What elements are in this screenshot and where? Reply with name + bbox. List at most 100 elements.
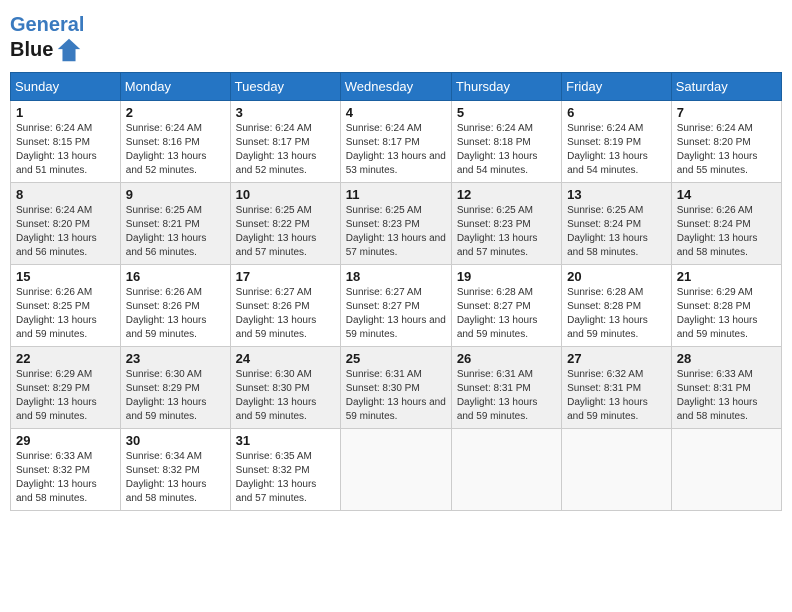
logo-blue: Blue [10, 39, 53, 62]
day-detail: Sunrise: 6:31 AMSunset: 8:30 PMDaylight:… [346, 369, 446, 422]
day-detail: Sunrise: 6:24 AMSunset: 8:20 PMDaylight:… [16, 205, 97, 258]
week-row-4: 22 Sunrise: 6:29 AMSunset: 8:29 PMDaylig… [11, 347, 782, 429]
weekday-header-wednesday: Wednesday [340, 73, 451, 101]
day-number: 14 [677, 187, 776, 202]
day-number: 2 [126, 105, 225, 120]
calendar-cell: 20 Sunrise: 6:28 AMSunset: 8:28 PMDaylig… [562, 265, 672, 347]
weekday-header-saturday: Saturday [671, 73, 781, 101]
day-detail: Sunrise: 6:29 AMSunset: 8:29 PMDaylight:… [16, 369, 97, 422]
day-number: 16 [126, 269, 225, 284]
day-detail: Sunrise: 6:33 AMSunset: 8:32 PMDaylight:… [16, 451, 97, 504]
day-number: 23 [126, 351, 225, 366]
logo: General Blue [10, 14, 84, 64]
day-detail: Sunrise: 6:24 AMSunset: 8:17 PMDaylight:… [236, 123, 317, 176]
day-number: 12 [457, 187, 556, 202]
week-row-1: 1 Sunrise: 6:24 AMSunset: 8:15 PMDayligh… [11, 101, 782, 183]
week-row-2: 8 Sunrise: 6:24 AMSunset: 8:20 PMDayligh… [11, 183, 782, 265]
calendar-cell: 2 Sunrise: 6:24 AMSunset: 8:16 PMDayligh… [120, 101, 230, 183]
calendar-cell: 30 Sunrise: 6:34 AMSunset: 8:32 PMDaylig… [120, 429, 230, 511]
weekday-header-row: SundayMondayTuesdayWednesdayThursdayFrid… [11, 73, 782, 101]
day-detail: Sunrise: 6:28 AMSunset: 8:27 PMDaylight:… [457, 287, 538, 340]
week-row-3: 15 Sunrise: 6:26 AMSunset: 8:25 PMDaylig… [11, 265, 782, 347]
day-number: 1 [16, 105, 115, 120]
calendar-cell: 4 Sunrise: 6:24 AMSunset: 8:17 PMDayligh… [340, 101, 451, 183]
day-number: 27 [567, 351, 666, 366]
calendar-cell: 5 Sunrise: 6:24 AMSunset: 8:18 PMDayligh… [451, 101, 561, 183]
day-detail: Sunrise: 6:32 AMSunset: 8:31 PMDaylight:… [567, 369, 648, 422]
weekday-header-friday: Friday [562, 73, 672, 101]
day-detail: Sunrise: 6:26 AMSunset: 8:26 PMDaylight:… [126, 287, 207, 340]
calendar-cell: 18 Sunrise: 6:27 AMSunset: 8:27 PMDaylig… [340, 265, 451, 347]
calendar-cell: 27 Sunrise: 6:32 AMSunset: 8:31 PMDaylig… [562, 347, 672, 429]
day-number: 28 [677, 351, 776, 366]
calendar-cell: 22 Sunrise: 6:29 AMSunset: 8:29 PMDaylig… [11, 347, 121, 429]
day-detail: Sunrise: 6:31 AMSunset: 8:31 PMDaylight:… [457, 369, 538, 422]
day-detail: Sunrise: 6:24 AMSunset: 8:20 PMDaylight:… [677, 123, 758, 176]
day-number: 30 [126, 433, 225, 448]
day-number: 18 [346, 269, 446, 284]
day-number: 10 [236, 187, 335, 202]
day-detail: Sunrise: 6:25 AMSunset: 8:24 PMDaylight:… [567, 205, 648, 258]
day-detail: Sunrise: 6:33 AMSunset: 8:31 PMDaylight:… [677, 369, 758, 422]
day-number: 21 [677, 269, 776, 284]
day-number: 7 [677, 105, 776, 120]
day-number: 19 [457, 269, 556, 284]
logo-icon [55, 36, 83, 64]
calendar-cell: 16 Sunrise: 6:26 AMSunset: 8:26 PMDaylig… [120, 265, 230, 347]
day-number: 13 [567, 187, 666, 202]
day-detail: Sunrise: 6:35 AMSunset: 8:32 PMDaylight:… [236, 451, 317, 504]
day-number: 25 [346, 351, 446, 366]
calendar-cell: 14 Sunrise: 6:26 AMSunset: 8:24 PMDaylig… [671, 183, 781, 265]
week-row-5: 29 Sunrise: 6:33 AMSunset: 8:32 PMDaylig… [11, 429, 782, 511]
day-number: 9 [126, 187, 225, 202]
day-number: 8 [16, 187, 115, 202]
calendar-cell: 6 Sunrise: 6:24 AMSunset: 8:19 PMDayligh… [562, 101, 672, 183]
calendar-cell [340, 429, 451, 511]
calendar-cell: 13 Sunrise: 6:25 AMSunset: 8:24 PMDaylig… [562, 183, 672, 265]
day-number: 24 [236, 351, 335, 366]
day-detail: Sunrise: 6:30 AMSunset: 8:29 PMDaylight:… [126, 369, 207, 422]
day-number: 29 [16, 433, 115, 448]
calendar-cell: 24 Sunrise: 6:30 AMSunset: 8:30 PMDaylig… [230, 347, 340, 429]
calendar-cell: 7 Sunrise: 6:24 AMSunset: 8:20 PMDayligh… [671, 101, 781, 183]
day-detail: Sunrise: 6:25 AMSunset: 8:23 PMDaylight:… [346, 205, 446, 258]
calendar-cell: 21 Sunrise: 6:29 AMSunset: 8:28 PMDaylig… [671, 265, 781, 347]
day-detail: Sunrise: 6:28 AMSunset: 8:28 PMDaylight:… [567, 287, 648, 340]
day-detail: Sunrise: 6:25 AMSunset: 8:22 PMDaylight:… [236, 205, 317, 258]
calendar-cell: 23 Sunrise: 6:30 AMSunset: 8:29 PMDaylig… [120, 347, 230, 429]
day-number: 4 [346, 105, 446, 120]
day-detail: Sunrise: 6:27 AMSunset: 8:26 PMDaylight:… [236, 287, 317, 340]
day-detail: Sunrise: 6:30 AMSunset: 8:30 PMDaylight:… [236, 369, 317, 422]
day-detail: Sunrise: 6:26 AMSunset: 8:24 PMDaylight:… [677, 205, 758, 258]
calendar-cell [671, 429, 781, 511]
day-detail: Sunrise: 6:27 AMSunset: 8:27 PMDaylight:… [346, 287, 446, 340]
day-detail: Sunrise: 6:24 AMSunset: 8:17 PMDaylight:… [346, 123, 446, 176]
calendar-cell: 31 Sunrise: 6:35 AMSunset: 8:32 PMDaylig… [230, 429, 340, 511]
day-number: 3 [236, 105, 335, 120]
day-number: 5 [457, 105, 556, 120]
calendar-cell: 12 Sunrise: 6:25 AMSunset: 8:23 PMDaylig… [451, 183, 561, 265]
header: General Blue [10, 10, 782, 64]
calendar-cell: 8 Sunrise: 6:24 AMSunset: 8:20 PMDayligh… [11, 183, 121, 265]
day-number: 6 [567, 105, 666, 120]
day-detail: Sunrise: 6:29 AMSunset: 8:28 PMDaylight:… [677, 287, 758, 340]
calendar-cell: 25 Sunrise: 6:31 AMSunset: 8:30 PMDaylig… [340, 347, 451, 429]
calendar-cell: 15 Sunrise: 6:26 AMSunset: 8:25 PMDaylig… [11, 265, 121, 347]
day-detail: Sunrise: 6:26 AMSunset: 8:25 PMDaylight:… [16, 287, 97, 340]
day-detail: Sunrise: 6:24 AMSunset: 8:19 PMDaylight:… [567, 123, 648, 176]
calendar-cell: 9 Sunrise: 6:25 AMSunset: 8:21 PMDayligh… [120, 183, 230, 265]
day-number: 31 [236, 433, 335, 448]
calendar-cell: 26 Sunrise: 6:31 AMSunset: 8:31 PMDaylig… [451, 347, 561, 429]
weekday-header-tuesday: Tuesday [230, 73, 340, 101]
weekday-header-monday: Monday [120, 73, 230, 101]
calendar-cell: 19 Sunrise: 6:28 AMSunset: 8:27 PMDaylig… [451, 265, 561, 347]
calendar-cell: 1 Sunrise: 6:24 AMSunset: 8:15 PMDayligh… [11, 101, 121, 183]
calendar-cell: 3 Sunrise: 6:24 AMSunset: 8:17 PMDayligh… [230, 101, 340, 183]
calendar: SundayMondayTuesdayWednesdayThursdayFrid… [10, 72, 782, 511]
calendar-cell: 11 Sunrise: 6:25 AMSunset: 8:23 PMDaylig… [340, 183, 451, 265]
calendar-cell [451, 429, 561, 511]
day-number: 22 [16, 351, 115, 366]
day-detail: Sunrise: 6:25 AMSunset: 8:21 PMDaylight:… [126, 205, 207, 258]
weekday-header-sunday: Sunday [11, 73, 121, 101]
calendar-cell: 10 Sunrise: 6:25 AMSunset: 8:22 PMDaylig… [230, 183, 340, 265]
